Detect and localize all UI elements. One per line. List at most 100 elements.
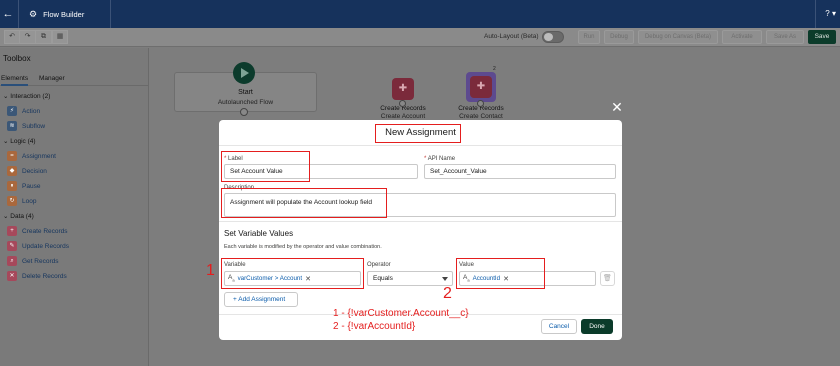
header-divider	[815, 0, 816, 28]
toolbox-panel: Toolbox Elements Manager ⌄ Interaction (…	[0, 48, 149, 366]
annotation-note-2: 2 - {!varAccountId}	[333, 321, 416, 332]
back-arrow-icon[interactable]: ←	[0, 8, 16, 20]
autolayout-label: Auto-Layout (Beta)	[484, 33, 539, 40]
set-variable-values-title: Set Variable Values	[224, 229, 294, 238]
chevron-down-icon	[442, 277, 448, 281]
item-label: Delete Records	[22, 272, 67, 280]
start-icon	[233, 62, 255, 84]
delete-row-icon[interactable]: 🗑	[600, 271, 615, 286]
update-records-icon: ✎	[7, 241, 17, 251]
operator-label: Operator	[367, 262, 391, 268]
section-title: Interaction (2)	[10, 93, 51, 100]
node-subtitle: Create Account	[380, 113, 426, 120]
play-icon	[241, 68, 249, 78]
cancel-button[interactable]: Cancel	[541, 319, 577, 334]
connector-dot[interactable]	[240, 108, 248, 116]
header-divider	[110, 0, 112, 28]
create-records-icon: +	[7, 226, 17, 236]
api-name-input[interactable]: Set_Account_Value	[424, 164, 616, 179]
debug-button[interactable]: Debug	[604, 30, 634, 44]
loop-icon: ↻	[7, 196, 17, 206]
redo-button[interactable]: ↷	[20, 30, 36, 44]
help-menu-button[interactable]: ? ▾	[825, 9, 836, 18]
item-label: Subflow	[22, 122, 46, 130]
activate-button[interactable]: Activate	[722, 30, 762, 44]
done-button[interactable]: Done	[581, 319, 613, 334]
item-label: Update Records	[22, 242, 69, 250]
section-title: Logic (4)	[10, 138, 36, 145]
debug-on-canvas-button[interactable]: Debug on Canvas (Beta)	[638, 30, 718, 44]
toolbox-item-create-records[interactable]: + Create Records	[7, 226, 68, 236]
paste-button[interactable]: ▦	[52, 30, 68, 44]
toolbox-item-pause[interactable]: ⏸ Pause	[7, 181, 40, 191]
app-title: Flow Builder	[43, 9, 85, 19]
toolbox-title: Toolbox	[3, 54, 31, 63]
toolbox-tabs: Elements Manager	[0, 72, 149, 86]
toolbox-item-subflow[interactable]: ≋ Subflow	[7, 121, 45, 131]
close-modal-icon[interactable]: ✕	[610, 100, 624, 114]
header-divider	[18, 0, 19, 28]
toolbox-item-delete-records[interactable]: ✕ Delete Records	[7, 271, 67, 281]
toolbox-item-update-records[interactable]: ✎ Update Records	[7, 241, 69, 251]
section-logic[interactable]: ⌄ Logic (4)	[3, 137, 36, 145]
copy-button[interactable]: ⧉	[36, 30, 52, 44]
help-icon: ?	[825, 9, 830, 18]
operator-select[interactable]: Equals	[367, 271, 453, 286]
item-label: Loop	[22, 197, 37, 205]
section-divider	[219, 221, 622, 222]
undo-redo-group: ↶ ↷ ⧉	[4, 30, 52, 44]
delete-records-icon: ✕	[7, 271, 17, 281]
toolbar: ↶ ↷ ⧉ ▦ Auto-Layout (Beta) Run Debug Deb…	[0, 28, 840, 47]
action-icon: ⚡	[7, 106, 17, 116]
assignment-icon: =	[7, 151, 17, 161]
toggle-knob	[544, 33, 553, 41]
tab-manager[interactable]: Manager	[39, 75, 65, 82]
create-records-node-icon[interactable]: ✚	[470, 76, 492, 98]
annotation-box-description	[221, 188, 387, 218]
get-records-icon: ⌕	[7, 256, 17, 266]
annotation-box-variable	[221, 258, 364, 289]
item-label: Pause	[22, 182, 41, 190]
item-label: Decision	[22, 167, 47, 175]
field-label-text: API Name	[427, 156, 456, 162]
undo-button[interactable]: ↶	[4, 30, 20, 44]
item-label: Assignment	[22, 152, 56, 160]
save-as-button[interactable]: Save As	[766, 30, 804, 44]
node-badge: 2	[493, 66, 496, 72]
toolbox-item-decision[interactable]: ◆ Decision	[7, 166, 47, 176]
item-label: Get Records	[22, 257, 59, 265]
annotation-note-1: 1 - {!varCustomer.Account__c}	[333, 308, 469, 319]
add-assignment-label: Add Assignment	[238, 296, 286, 303]
run-button[interactable]: Run	[578, 30, 600, 44]
connector-dot[interactable]	[477, 100, 484, 107]
decision-icon: ◆	[7, 166, 17, 176]
toolbox-item-get-records[interactable]: ⌕ Get Records	[7, 256, 59, 266]
tab-elements[interactable]: Elements	[1, 75, 29, 86]
toolbox-item-loop[interactable]: ↻ Loop	[7, 196, 36, 206]
start-node-subtitle: Autolaunched Flow	[217, 99, 274, 106]
annotation-number-1: 1	[206, 262, 215, 279]
item-label: Action	[22, 107, 41, 115]
item-label: Create Records	[22, 227, 68, 235]
annotation-number-2: 2	[443, 285, 452, 302]
annotation-box-label	[221, 151, 310, 182]
toolbox-item-action[interactable]: ⚡ Action	[7, 106, 40, 116]
start-node-title: Start	[238, 89, 253, 96]
connector-dot[interactable]	[399, 100, 406, 107]
autolayout-toggle[interactable]	[542, 31, 564, 43]
toolbox-item-assignment[interactable]: = Assignment	[7, 151, 56, 161]
pause-icon: ⏸	[7, 181, 17, 191]
api-name-field-label: * API Name	[424, 156, 455, 162]
section-data[interactable]: ⌄ Data (4)	[3, 212, 34, 220]
required-mark: *	[424, 156, 427, 162]
node-subtitle: Create Contact	[459, 113, 503, 120]
add-assignment-button[interactable]: + Add Assignment	[224, 292, 298, 307]
app-header: ← ⚙ Flow Builder ? ▾	[0, 0, 840, 28]
operator-value: Equals	[373, 275, 393, 282]
create-records-node-icon[interactable]: ✚	[392, 78, 414, 100]
annotation-box-value	[456, 258, 545, 289]
section-interaction[interactable]: ⌄ Interaction (2)	[3, 92, 50, 100]
subflow-icon: ≋	[7, 121, 17, 131]
set-variable-values-description: Each variable is modified by the operato…	[224, 244, 382, 250]
save-button[interactable]: Save	[808, 30, 836, 44]
